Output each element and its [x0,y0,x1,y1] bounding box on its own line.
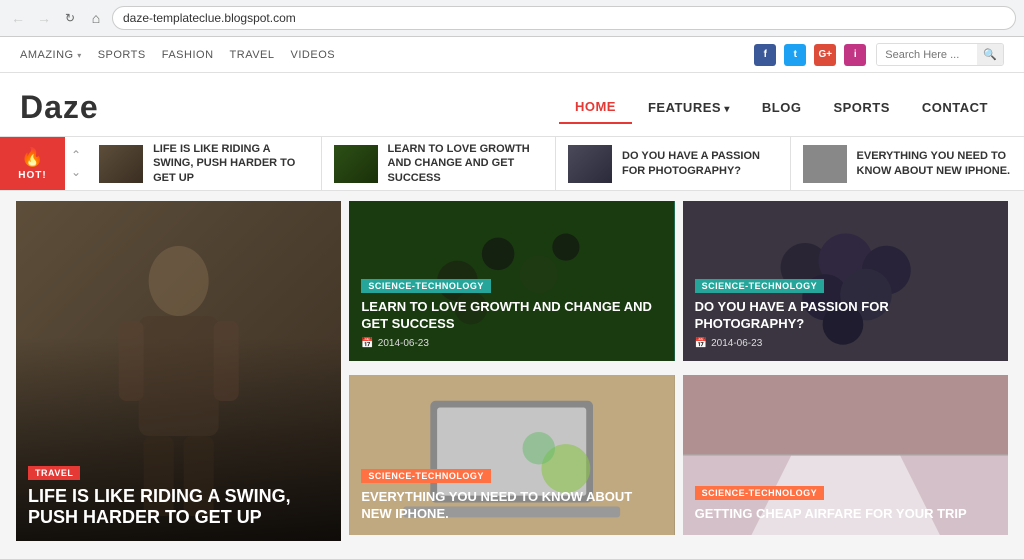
ticker-thumb-1 [99,145,143,183]
ticker-bar: 🔥 HOT! ⌃ ⌄ LIFE IS LIKE RIDING A SWING, … [0,137,1024,191]
card-laptop-content: SCIENCE-TECHNOLOGY EVERYTHING YOU NEED T… [349,455,674,535]
forward-button[interactable]: → [34,8,54,28]
ticker-item-3[interactable]: DO YOU HAVE A PASSION FOR PHOTOGRAPHY? [556,137,790,190]
card-road-content: SCIENCE-TECHNOLOGY GETTING CHEAP AIRFARE… [683,472,1008,535]
card-1-date: 2014-06-23 [361,338,662,349]
card-grapes-content: SCIENCE-TECHNOLOGY DO YOU HAVE A PASSION… [683,265,1008,361]
utility-nav-fashion[interactable]: FASHION [162,49,214,61]
back-button[interactable]: ← [8,8,28,28]
card-2-title: DO YOU HAVE A PASSION FOR PHOTOGRAPHY? [695,299,996,333]
card-berries-content: SCIENCE-TECHNOLOGY LEARN TO LOVE GROWTH … [349,265,674,361]
card-2-date: 2014-06-23 [695,338,996,349]
ticker-title-1: LIFE IS LIKE RIDING A SWING, PUSH HARDER… [153,142,308,185]
ticker-thumb-4 [803,145,847,183]
ticker-item-2[interactable]: LEARN TO LOVE GROWTH AND CHANGE AND GET … [322,137,556,190]
utility-bar: AMAZING ▾ SPORTS FASHION TRAVEL VIDEOS f… [0,37,1024,73]
site-logo: Daze [20,89,99,126]
ticker-title-4: EVERYTHING YOU NEED TO KNOW ABOUT NEW IP… [857,149,1012,178]
card-1-title: LEARN TO LOVE GROWTH AND CHANGE AND GET … [361,299,662,333]
home-button[interactable]: ⌂ [86,8,106,28]
main-grid: TRAVEL LIFE IS LIKE RIDING A SWING, PUSH… [16,201,1008,541]
search-bar: 🔍 [876,43,1004,66]
featured-card-content: TRAVEL LIFE IS LIKE RIDING A SWING, PUSH… [16,452,341,541]
card-berries[interactable]: SCIENCE-TECHNOLOGY LEARN TO LOVE GROWTH … [349,201,674,361]
nav-home[interactable]: HOME [559,91,632,124]
browser-chrome: ← → ↻ ⌂ [0,0,1024,37]
chevron-up-icon: ⌃ [71,148,81,162]
nav-features[interactable]: FEATURES [632,92,746,123]
ticker-items: LIFE IS LIKE RIDING A SWING, PUSH HARDER… [87,137,1024,190]
utility-nav-videos[interactable]: VIDEOS [291,49,336,61]
featured-tag: TRAVEL [28,466,80,480]
address-bar[interactable] [112,6,1016,30]
nav-blog[interactable]: BLOG [746,92,818,123]
amazing-dropdown-arrow: ▾ [77,51,82,60]
ticker-title-3: DO YOU HAVE A PASSION FOR PHOTOGRAPHY? [622,149,777,178]
facebook-icon[interactable]: f [754,44,776,66]
card-3-title: EVERYTHING YOU NEED TO KNOW ABOUT NEW IP… [361,489,662,523]
featured-card[interactable]: TRAVEL LIFE IS LIKE RIDING A SWING, PUSH… [16,201,341,541]
browser-toolbar: ← → ↻ ⌂ [0,0,1024,36]
ticker-item-4[interactable]: EVERYTHING YOU NEED TO KNOW ABOUT NEW IP… [791,137,1024,190]
utility-nav: AMAZING ▾ SPORTS FASHION TRAVEL VIDEOS [20,49,335,61]
card-4-title: GETTING CHEAP AIRFARE FOR YOUR TRIP [695,506,996,523]
card-3-tag: SCIENCE-TECHNOLOGY [361,469,491,483]
chevron-down-icon: ⌄ [71,165,81,179]
nav-sports[interactable]: SPORTS [817,92,905,123]
ticker-thumb-3 [568,145,612,183]
card-4-tag: SCIENCE-TECHNOLOGY [695,486,825,500]
social-icons: f t G+ i [754,44,866,66]
card-2-tag: SCIENCE-TECHNOLOGY [695,279,825,293]
reload-button[interactable]: ↻ [60,8,80,28]
googleplus-icon[interactable]: G+ [814,44,836,66]
ticker-item-1[interactable]: LIFE IS LIKE RIDING A SWING, PUSH HARDER… [87,137,321,190]
card-1-tag: SCIENCE-TECHNOLOGY [361,279,491,293]
fire-icon: 🔥 [21,147,43,168]
hot-text: HOT! [18,170,46,181]
ticker-thumb-2 [334,145,378,183]
search-button[interactable]: 🔍 [977,44,1003,65]
utility-right: f t G+ i 🔍 [754,43,1004,66]
main-nav: HOME FEATURES BLOG SPORTS CONTACT [559,91,1004,124]
card-grapes[interactable]: SCIENCE-TECHNOLOGY DO YOU HAVE A PASSION… [683,201,1008,361]
utility-nav-travel[interactable]: TRAVEL [230,49,275,61]
featured-title: LIFE IS LIKE RIDING A SWING, PUSH HARDER… [28,486,329,529]
ticker-nav-prev[interactable]: ⌃ ⌄ [65,137,87,190]
content-area: TRAVEL LIFE IS LIKE RIDING A SWING, PUSH… [0,191,1024,551]
card-laptop[interactable]: SCIENCE-TECHNOLOGY EVERYTHING YOU NEED T… [349,375,674,535]
utility-nav-sports[interactable]: SPORTS [98,49,146,61]
main-header: Daze HOME FEATURES BLOG SPORTS CONTACT [0,73,1024,137]
hot-badge: 🔥 HOT! [0,137,65,190]
card-road[interactable]: SCIENCE-TECHNOLOGY GETTING CHEAP AIRFARE… [683,375,1008,535]
nav-contact[interactable]: CONTACT [906,92,1004,123]
ticker-title-2: LEARN TO LOVE GROWTH AND CHANGE AND GET … [388,142,543,185]
twitter-icon[interactable]: t [784,44,806,66]
utility-nav-amazing[interactable]: AMAZING ▾ [20,49,82,61]
search-input[interactable] [877,45,977,65]
instagram-icon[interactable]: i [844,44,866,66]
